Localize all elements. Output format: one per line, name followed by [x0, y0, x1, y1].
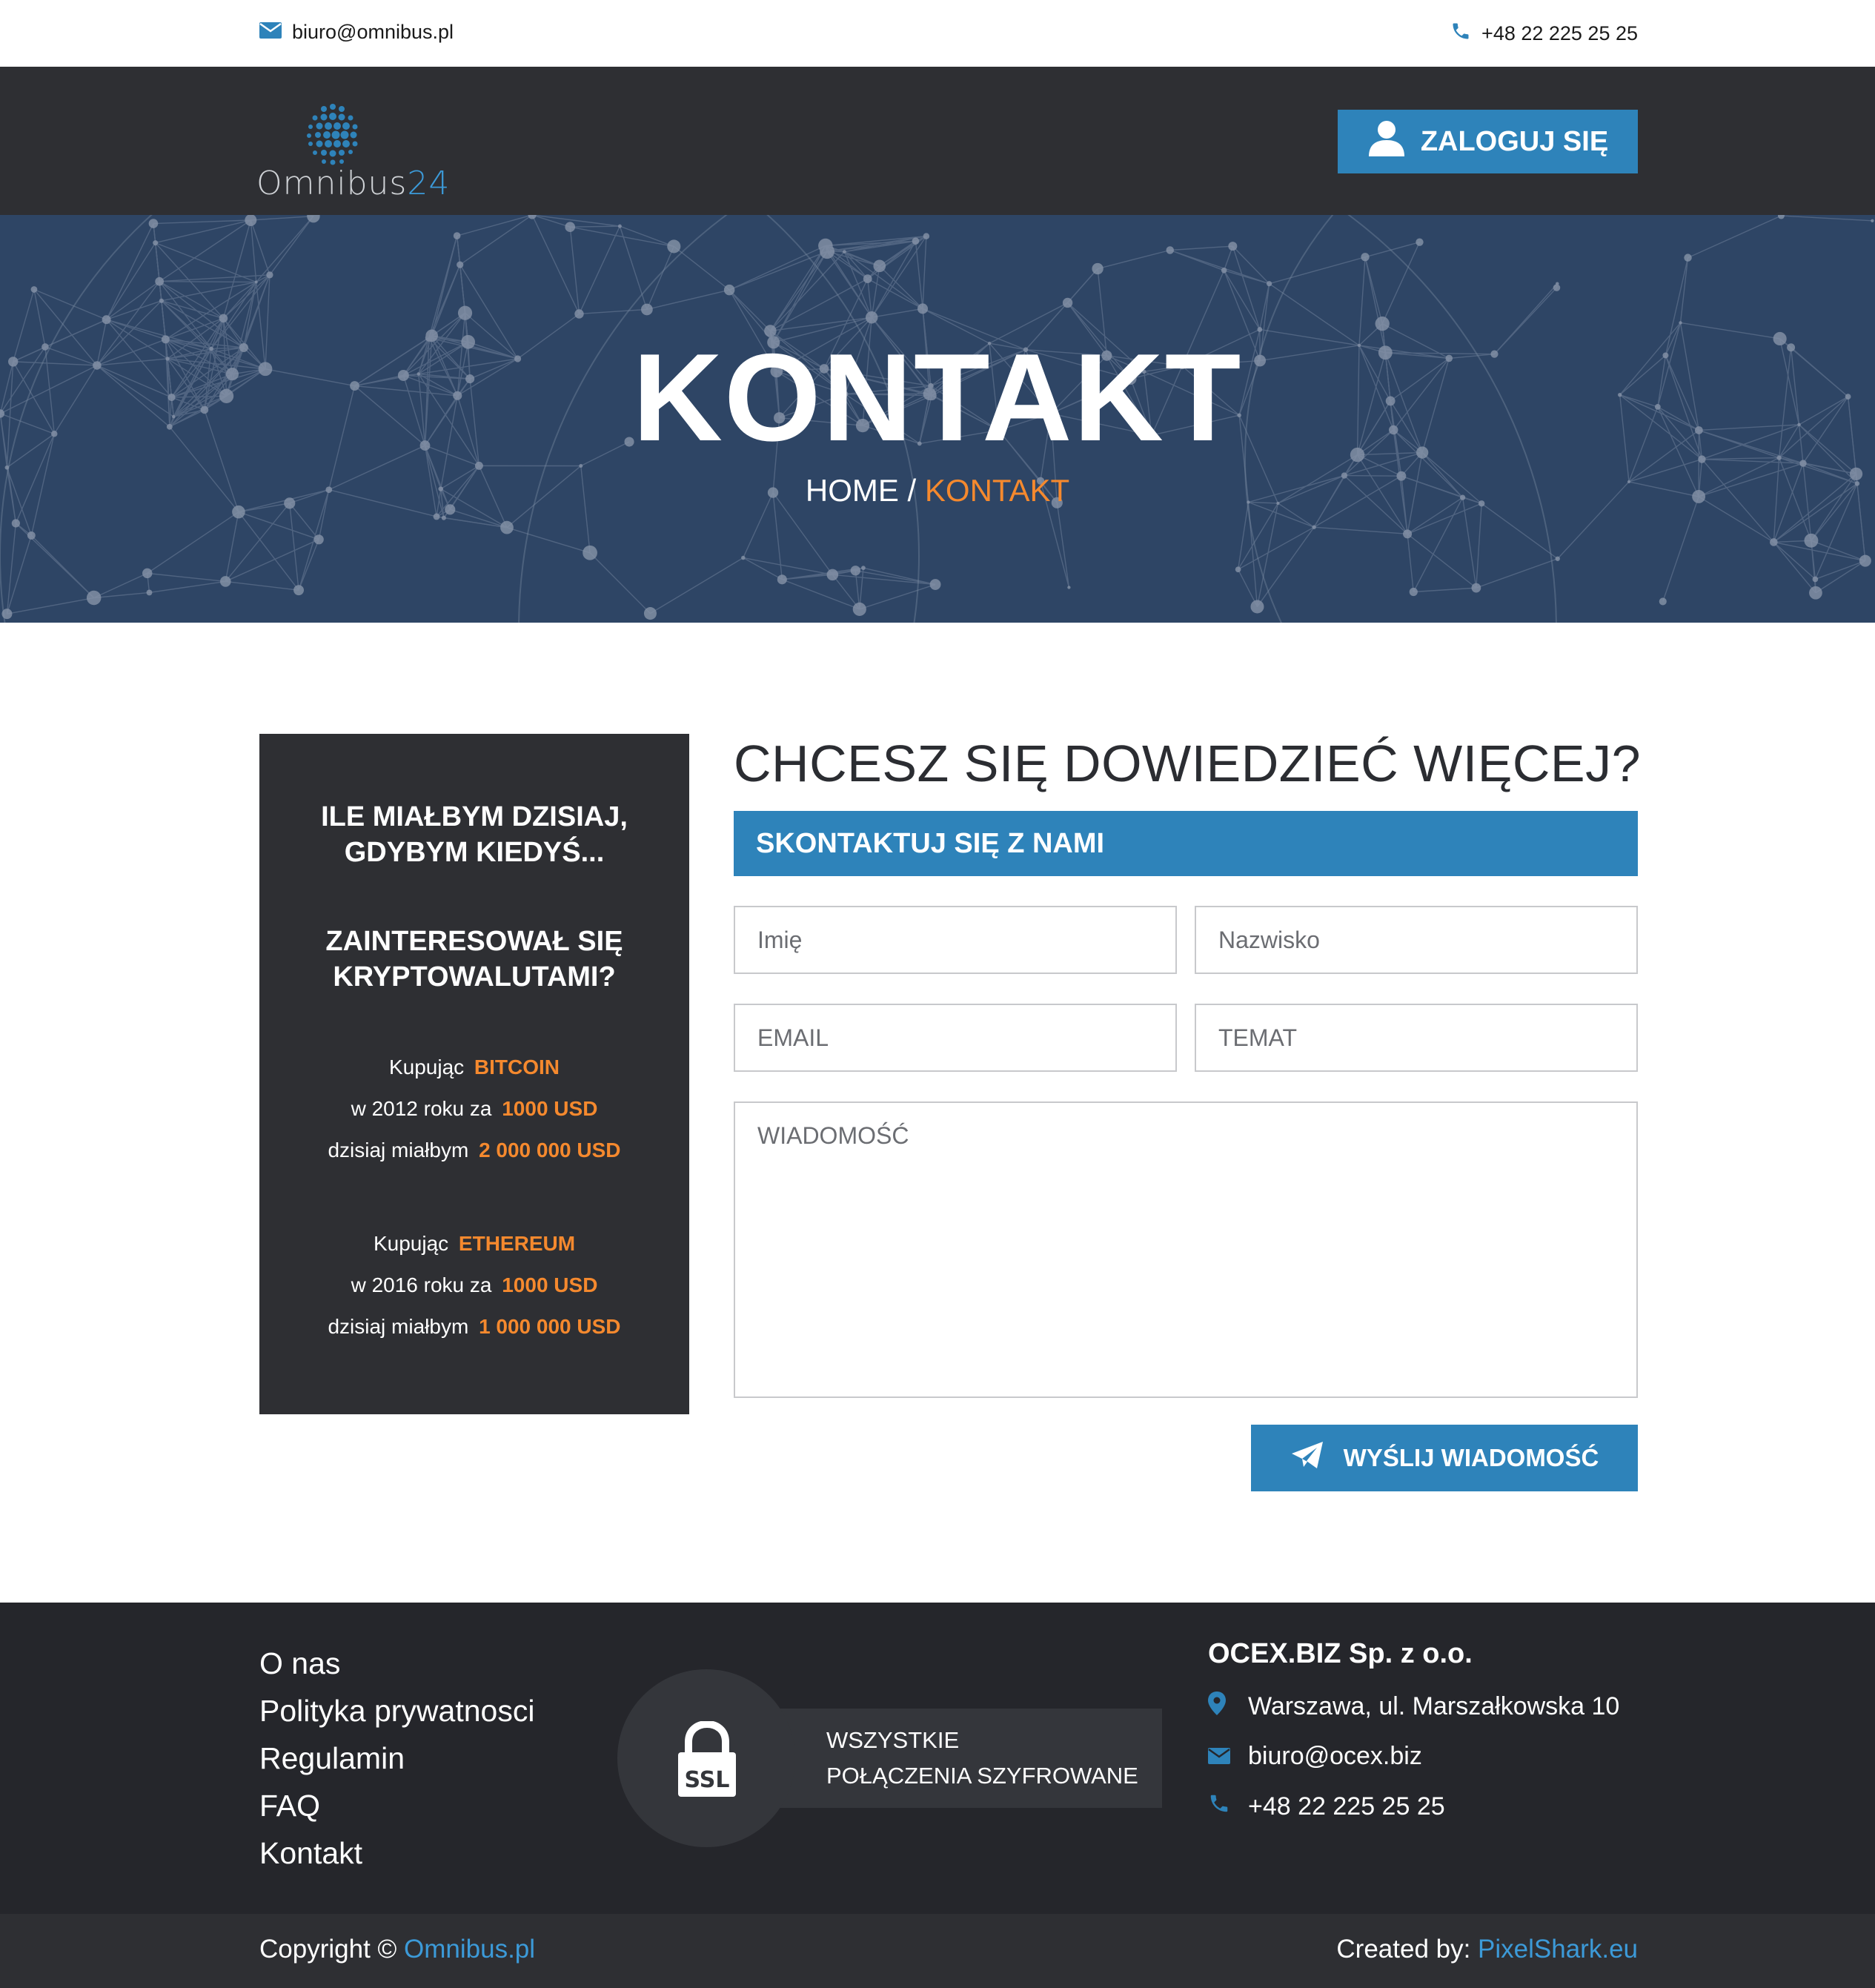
- btc-today-text: dzisiaj miałbym: [328, 1139, 469, 1162]
- copyright: Copyright © Omnibus.pl: [259, 1935, 535, 1964]
- info-heading-2-line-1: ZAINTERESOWAŁ SIĘ: [325, 926, 623, 957]
- ssl-text-line-2: POŁĄCZENIA SZYFROWANE: [826, 1763, 1138, 1789]
- btc-line-2: w 2012 roku za 1000 USD: [259, 1094, 689, 1124]
- eth-buy-text: Kupując: [373, 1232, 449, 1255]
- breadcrumb-home[interactable]: HOME: [806, 473, 899, 508]
- logo-text[interactable]: Omnibus24: [256, 165, 450, 202]
- eth-line-3: dzisiaj miałbym 1 000 000 USD: [259, 1312, 689, 1342]
- breadcrumb-separator: /: [898, 473, 925, 508]
- breadcrumb-current: KONTAKT: [924, 473, 1070, 508]
- company-address: Warszawa, ul. Marszałkowska 10: [1208, 1692, 1619, 1722]
- eth-year-text: w 2016 roku za: [351, 1273, 492, 1296]
- phone-icon: [1450, 21, 1471, 47]
- footer-nav: O nas Polityka prywatnosci Regulamin FAQ…: [259, 1640, 534, 1877]
- eth-line-2: w 2016 roku za 1000 USD: [259, 1270, 689, 1300]
- btc-buy-text: Kupując: [388, 1056, 465, 1079]
- eth-today-text: dzisiaj miałbym: [328, 1315, 469, 1338]
- paper-plane-icon: [1290, 1440, 1324, 1476]
- info-heading-2-line-2: KRYPTOWALUTAMI?: [333, 961, 616, 993]
- subject-input[interactable]: [1195, 1004, 1638, 1072]
- logo-number: 24: [407, 165, 451, 202]
- envelope-icon: [1208, 1742, 1233, 1771]
- hero-banner: KONTAKT HOME / KONTAKT: [0, 215, 1875, 623]
- footer-link-terms[interactable]: Regulamin: [259, 1734, 534, 1782]
- top-contact-bar: biuro@omnibus.pl +48 22 225 25 25: [0, 0, 1875, 67]
- page-title: KONTAKT: [632, 328, 1243, 467]
- company-phone[interactable]: +48 22 225 25 25: [1208, 1792, 1445, 1821]
- eth-line-1: Kupując ETHEREUM: [259, 1229, 689, 1259]
- btc-amount: 1000 USD: [502, 1097, 598, 1120]
- company-name: OCEX.BIZ Sp. z o.o.: [1208, 1638, 1473, 1669]
- ssl-text: WSZYSTKIE POŁĄCZENIA SZYFROWANE: [826, 1723, 1138, 1794]
- form-heading: CHCESZ SIĘ DOWIEDZIEĆ WIĘCEJ?: [734, 735, 1642, 792]
- created-prefix: Created by:: [1336, 1935, 1479, 1964]
- last-name-input[interactable]: [1195, 906, 1638, 974]
- top-email-text: biuro@omnibus.pl: [292, 21, 454, 43]
- footer-link-privacy[interactable]: Polityka prywatnosci: [259, 1687, 534, 1734]
- message-textarea[interactable]: [734, 1101, 1638, 1398]
- first-name-input[interactable]: [734, 906, 1177, 974]
- info-heading-1: ILE MIAŁBYM DZISIAJ, GDYBYM KIEDYŚ...: [259, 799, 689, 870]
- copyright-link[interactable]: Omnibus.pl: [404, 1935, 535, 1964]
- crypto-info-box: ILE MIAŁBYM DZISIAJ, GDYBYM KIEDYŚ... ZA…: [259, 734, 689, 1414]
- form-subheading-bar: SKONTAKTUJ SIĘ Z NAMI: [734, 811, 1638, 876]
- ssl-label: SSL: [684, 1767, 730, 1793]
- eth-amount: 1000 USD: [502, 1273, 598, 1296]
- top-phone[interactable]: +48 22 225 25 25: [1450, 21, 1638, 47]
- envelope-icon: [259, 21, 282, 44]
- send-label: WYŚLIJ WIADOMOŚĆ: [1343, 1444, 1599, 1471]
- phone-icon: [1208, 1792, 1233, 1821]
- map-pin-icon: [1208, 1692, 1233, 1722]
- login-button[interactable]: ZALOGUJ SIĘ: [1338, 110, 1638, 173]
- email-input[interactable]: [734, 1004, 1177, 1072]
- ssl-badge: SSL WSZYSTKIE POŁĄCZENIA SZYFROWANE: [617, 1669, 1162, 1847]
- footer-link-about[interactable]: O nas: [259, 1640, 534, 1687]
- copyright-prefix: Copyright ©: [259, 1935, 405, 1964]
- footer-link-contact[interactable]: Kontakt: [259, 1829, 534, 1877]
- company-phone-text: +48 22 225 25 25: [1248, 1792, 1445, 1820]
- top-email[interactable]: biuro@omnibus.pl: [259, 21, 454, 44]
- btc-line-3: dzisiaj miałbym 2 000 000 USD: [259, 1136, 689, 1165]
- btc-coin: BITCOIN: [474, 1056, 560, 1079]
- send-message-button[interactable]: WYŚLIJ WIADOMOŚĆ: [1251, 1425, 1638, 1491]
- logo-word: Omnibus: [256, 165, 408, 202]
- user-icon: [1367, 119, 1406, 164]
- eth-coin: ETHEREUM: [458, 1232, 576, 1255]
- login-label: ZALOGUJ SIĘ: [1420, 125, 1609, 157]
- info-heading-2: ZAINTERESOWAŁ SIĘ KRYPTOWALUTAMI?: [259, 924, 689, 995]
- eth-result: 1 000 000 USD: [479, 1315, 621, 1338]
- top-phone-text: +48 22 225 25 25: [1481, 22, 1638, 44]
- created-by: Created by: PixelShark.eu: [1336, 1935, 1638, 1964]
- breadcrumb: HOME / KONTAKT: [0, 473, 1875, 508]
- company-address-text: Warszawa, ul. Marszałkowska 10: [1248, 1692, 1620, 1720]
- info-heading-1-line-1: ILE MIAŁBYM DZISIAJ,: [321, 801, 628, 832]
- footer-link-faq[interactable]: FAQ: [259, 1782, 534, 1829]
- ssl-text-line-1: WSZYSTKIE: [826, 1727, 960, 1753]
- info-heading-1-line-2: GDYBYM KIEDYŚ...: [344, 837, 605, 868]
- company-email-text: biuro@ocex.biz: [1248, 1742, 1422, 1770]
- btc-result: 2 000 000 USD: [479, 1139, 621, 1162]
- created-link[interactable]: PixelShark.eu: [1478, 1935, 1638, 1964]
- btc-line-1: Kupując BITCOIN: [259, 1053, 689, 1082]
- btc-year-text: w 2012 roku za: [351, 1097, 492, 1120]
- company-email[interactable]: biuro@ocex.biz: [1208, 1742, 1422, 1771]
